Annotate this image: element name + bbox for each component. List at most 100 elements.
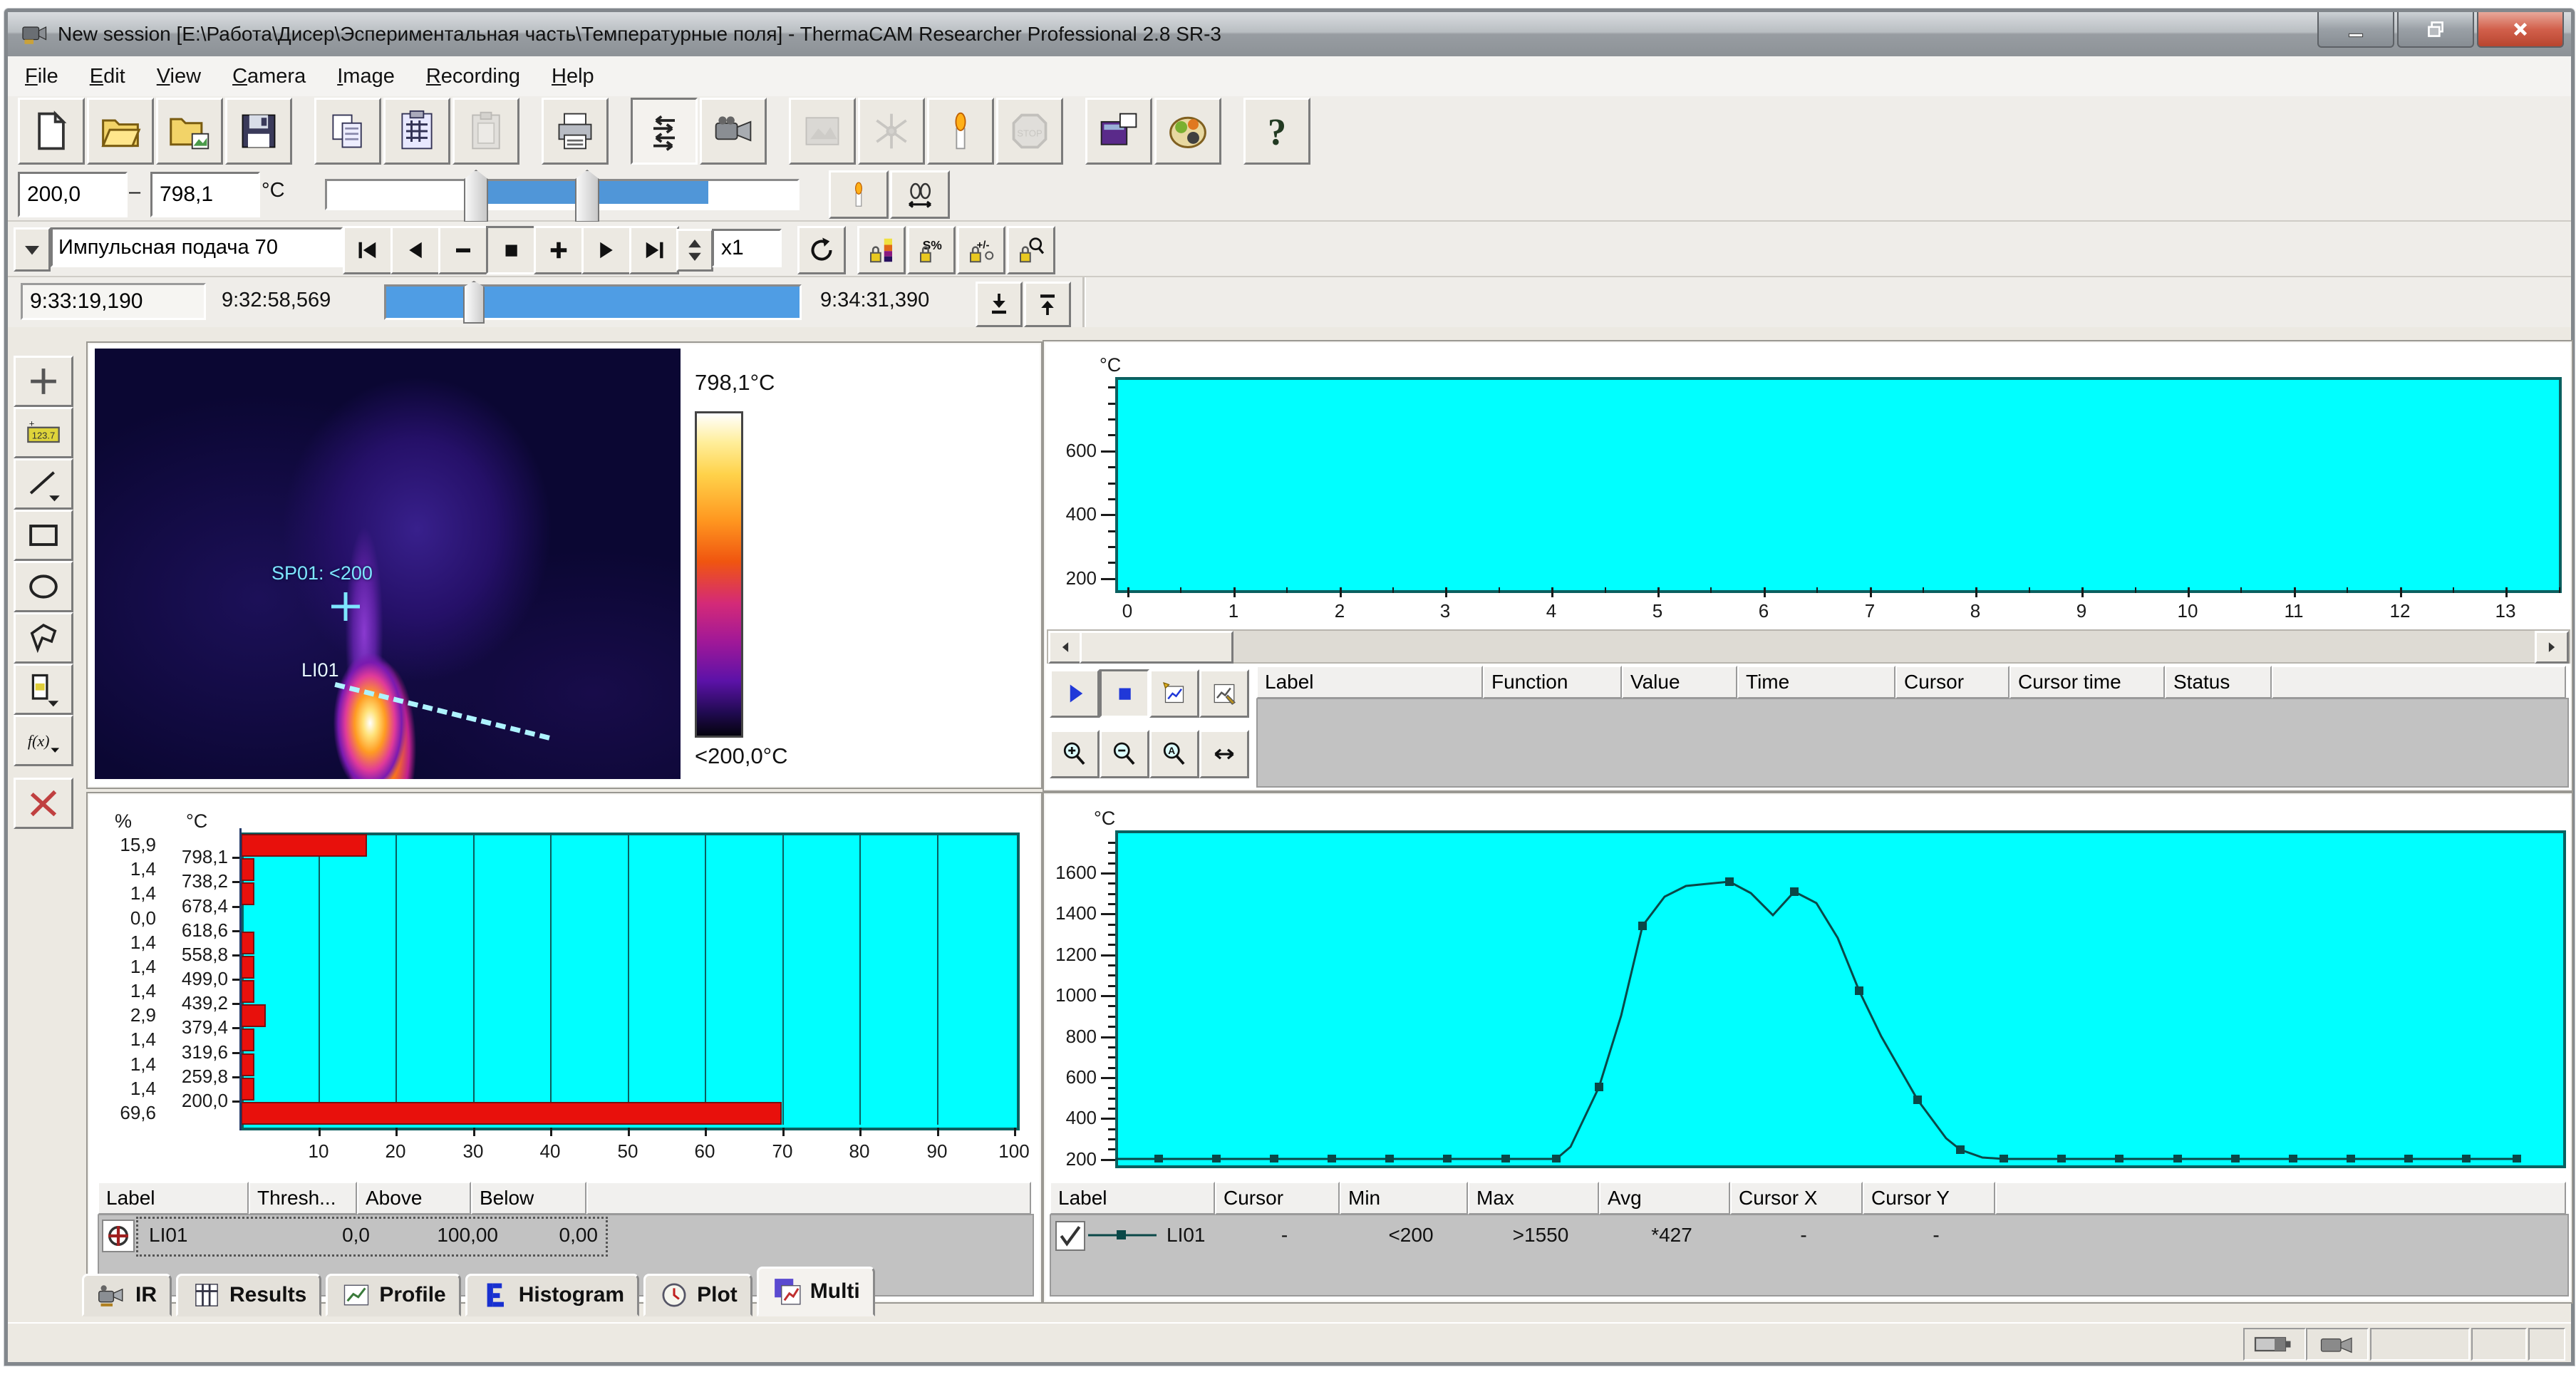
range-low-handle[interactable]: [464, 170, 488, 222]
copy-button[interactable]: [314, 98, 381, 165]
line-tool-button[interactable]: [14, 458, 73, 510]
profile-col-cursor-y[interactable]: Cursor Y: [1863, 1182, 1995, 1215]
profile-col-min[interactable]: Min: [1340, 1182, 1468, 1215]
ellipse-tool-button[interactable]: [14, 561, 73, 612]
tab-ir[interactable]: IR: [82, 1274, 172, 1316]
profile-col-cursor[interactable]: Cursor: [1215, 1182, 1340, 1215]
spotmeter-tool-button[interactable]: +123.7: [14, 407, 73, 458]
time-slider-handle[interactable]: [463, 281, 485, 324]
open-button[interactable]: [87, 98, 154, 165]
close-button[interactable]: [2477, 12, 2564, 48]
isotherm-marker-icon[interactable]: [102, 1220, 135, 1252]
plot-col-value[interactable]: Value: [1622, 666, 1737, 698]
plot-settings-button[interactable]: [1199, 669, 1249, 718]
lock-levels-button[interactable]: +/-: [957, 226, 1005, 274]
profile-col-label[interactable]: Label: [1050, 1182, 1215, 1215]
lock-zoom-button[interactable]: [1007, 226, 1055, 274]
hist-col-thresh[interactable]: Thresh...: [249, 1182, 357, 1215]
open-image-button[interactable]: [156, 98, 223, 165]
plot-col-function[interactable]: Function: [1483, 666, 1622, 698]
copy-values-button[interactable]: [383, 98, 450, 165]
stop-play-button[interactable]: [486, 226, 536, 274]
tab-multi[interactable]: Multi: [757, 1267, 875, 1316]
plot-add-button[interactable]: [1149, 669, 1199, 718]
scroll-left-button[interactable]: [1048, 631, 1082, 664]
profile-row-checkbox[interactable]: [1055, 1221, 1085, 1251]
thermal-image[interactable]: SP01: <200 LI01: [95, 349, 681, 779]
plot-h-scrollbar[interactable]: [1047, 629, 2570, 664]
save-button[interactable]: [225, 98, 292, 165]
lock-scale-button[interactable]: S%: [907, 226, 956, 274]
delete-tool-button[interactable]: [14, 778, 73, 829]
menu-edit[interactable]: Edit: [90, 65, 125, 88]
rect-tool-button[interactable]: [14, 510, 73, 561]
plot-col-cursor-time[interactable]: Cursor time: [2009, 666, 2165, 698]
fit-width-button[interactable]: [631, 98, 698, 165]
loop-button[interactable]: [797, 226, 846, 274]
profile-col-avg[interactable]: Avg: [1599, 1182, 1730, 1215]
hist-col-below[interactable]: Below: [471, 1182, 586, 1215]
menu-view[interactable]: View: [157, 65, 201, 88]
range-high-handle[interactable]: [575, 170, 599, 222]
print-button[interactable]: [542, 98, 609, 165]
last-frame-button[interactable]: [629, 226, 679, 274]
sequence-dropdown-button[interactable]: [14, 227, 51, 272]
profile-line[interactable]: [334, 682, 549, 741]
time-slider-track[interactable]: [384, 284, 802, 320]
flame-button[interactable]: [927, 98, 994, 165]
plot-col-cursor[interactable]: Cursor: [1895, 666, 2009, 698]
restore-button[interactable]: [2397, 12, 2474, 48]
lock-palette-button[interactable]: [857, 226, 906, 274]
zoom-in-button[interactable]: [1050, 730, 1100, 778]
formula-tool-button[interactable]: f(x): [14, 715, 73, 766]
range-low-input[interactable]: [18, 172, 128, 217]
tab-histogram[interactable]: Histogram: [465, 1274, 639, 1316]
scroll-thumb[interactable]: [1080, 631, 1233, 664]
help-button[interactable]: ?: [1243, 98, 1310, 165]
copy-window-button[interactable]: [1085, 98, 1152, 165]
profile-col-cursor-x[interactable]: Cursor X: [1730, 1182, 1863, 1215]
tab-plot[interactable]: Plot: [643, 1274, 752, 1316]
speed-spinner[interactable]: [676, 229, 713, 272]
slower-button[interactable]: [438, 226, 488, 274]
faster-button[interactable]: [534, 226, 584, 274]
sequence-name-input[interactable]: [51, 227, 343, 267]
plot-stop-button[interactable]: [1100, 669, 1149, 718]
next-frame-button[interactable]: [581, 226, 631, 274]
menu-camera[interactable]: Camera: [232, 65, 306, 88]
isotherm-tool-button[interactable]: [14, 664, 73, 715]
plot-play-button[interactable]: [1050, 669, 1100, 718]
connect-camera-button[interactable]: [700, 98, 767, 165]
hist-col-label[interactable]: Label: [98, 1182, 249, 1215]
menu-file[interactable]: File: [25, 65, 58, 88]
menu-recording[interactable]: Recording: [426, 65, 520, 88]
plot-col-status[interactable]: Status: [2165, 666, 2272, 698]
plot-col-time[interactable]: Time: [1737, 666, 1895, 698]
flame-autoadjust-button[interactable]: [829, 170, 889, 219]
prev-frame-button[interactable]: [390, 226, 440, 274]
tab-profile[interactable]: Profile: [326, 1274, 460, 1316]
new-session-button[interactable]: [18, 98, 85, 165]
mark-end-button[interactable]: [1024, 282, 1071, 327]
plot-col-label[interactable]: Label: [1256, 666, 1483, 698]
range-slider-track[interactable]: [325, 179, 800, 210]
tab-results[interactable]: Results: [176, 1274, 321, 1316]
zoom-out-button[interactable]: [1100, 730, 1149, 778]
hist-col-above[interactable]: Above: [357, 1182, 471, 1215]
spotmeter-cross-icon[interactable]: [330, 591, 361, 622]
range-high-input[interactable]: [150, 172, 260, 217]
scroll-right-button[interactable]: [2535, 631, 2569, 664]
minimize-button[interactable]: [2317, 12, 2394, 48]
zoom-all-button[interactable]: A: [1149, 730, 1199, 778]
menu-image[interactable]: Image: [337, 65, 395, 88]
polygon-tool-button[interactable]: [14, 612, 73, 664]
spot-tool-button[interactable]: [14, 356, 73, 407]
title-bar[interactable]: New session [E:\Работа\Дисер\Эсперимента…: [8, 12, 2571, 56]
pan-button[interactable]: [1199, 730, 1249, 778]
first-frame-button[interactable]: [343, 226, 393, 274]
interval-adjust-button[interactable]: [890, 170, 950, 219]
menu-help[interactable]: Help: [552, 65, 594, 88]
mark-start-button[interactable]: [976, 282, 1023, 327]
palette-button[interactable]: [1154, 98, 1221, 165]
profile-col-max[interactable]: Max: [1468, 1182, 1599, 1215]
